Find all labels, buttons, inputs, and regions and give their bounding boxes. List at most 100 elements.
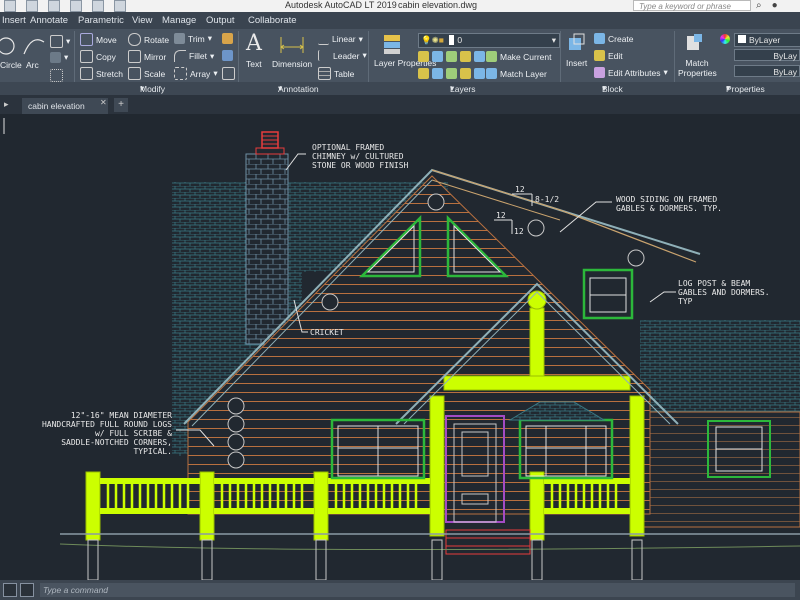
tab-manage[interactable]: Manage [162,15,196,26]
tab-menu-icon[interactable]: ▸ [4,99,9,110]
note-logs-3: w/ FULL SCRIBE & [95,429,172,438]
layer-tools-row-1[interactable] [418,51,485,62]
tab-annotate[interactable]: Annotate [30,15,68,26]
mirror-button[interactable]: Mirror [128,50,166,63]
insert-block-icon[interactable] [566,32,588,56]
hatch-tool[interactable]: ▾ [50,52,68,63]
modify-panel-label[interactable]: Modify ▾ [140,83,165,94]
title-bar: Autodesk AutoCAD LT 2019 cabin elevation… [0,0,800,12]
copy-button[interactable]: Copy [80,50,116,63]
note-siding-1: WOOD SIDING ON FRAMED [616,195,717,204]
layers-panel-label[interactable]: Layers ▾ [450,83,476,94]
pitch-label-run: 12 [515,185,525,194]
erase-tool[interactable] [222,33,233,44]
edit-attributes-button[interactable]: Edit Attributes ▾ [594,67,668,78]
brick-wall-right [640,320,800,412]
dimension-button-label[interactable]: Dimension [272,59,312,69]
command-line-bar: Type a command [0,580,800,600]
table-icon [318,67,331,80]
explode-tool[interactable] [222,50,233,61]
undo-icon[interactable] [92,0,104,12]
new-file-icon[interactable] [4,0,16,12]
fillet-icon [174,50,186,62]
table-button[interactable]: Table [318,67,354,80]
ribbon-panel-labels: Modify ▾ Annotation ▾ Layers ▾ Block ▾ P… [0,82,800,95]
create-block-button[interactable]: Create [594,33,634,44]
edit-block-icon [594,50,605,61]
scale-icon [128,67,141,80]
stretch-button[interactable]: Stretch [80,67,123,80]
color-wheel-icon[interactable] [720,34,730,44]
tab-parametric[interactable]: Parametric [78,15,124,26]
linear-dim-button[interactable]: Linear ▾ [318,33,363,45]
insert-button-label[interactable]: Insert [566,58,587,68]
print-icon[interactable] [70,0,82,12]
block-panel-label[interactable]: Block ▾ [602,83,623,94]
close-command-icon[interactable] [3,583,17,597]
layer-dropdown[interactable]: 💡✺■ ■ 0 ▾ [418,33,560,48]
trim-icon [174,33,185,44]
window-controls: ⌕ ● [756,0,778,11]
scale-button[interactable]: Scale [128,67,165,80]
copy-icon [80,50,93,63]
circle-icon[interactable] [0,37,15,55]
help-search-input[interactable]: Type a keyword or phrase [633,0,751,11]
note-post-beam-3: TYP [678,297,693,306]
match-layer-button[interactable]: Match Layer [486,68,547,79]
polyline-tool[interactable] [50,69,63,82]
text-icon[interactable]: A [246,31,262,56]
color-dropdown[interactable]: ByLayer [734,33,800,47]
open-file-icon[interactable] [26,0,38,12]
note-logs-1: 12"-16" MEAN DIAMETER [71,411,172,420]
fillet-button[interactable]: Fillet ▾ [174,50,214,62]
file-name: cabin elevation.dwg [398,0,478,10]
match-properties-label[interactable]: Match Properties [678,58,717,78]
right-wing-wall [639,411,800,528]
offset-tool[interactable] [222,67,235,80]
command-input[interactable]: Type a command [40,583,795,597]
annotation-panel-label[interactable]: Annotation ▾ [278,83,319,94]
search-icon[interactable]: ⌕ [756,0,762,11]
properties-panel-label[interactable]: Properties ▾ [726,83,765,94]
layer-tools-row-2[interactable] [418,68,485,79]
linetype-dropdown[interactable]: ByLay [734,49,800,61]
note-logs-2: HANDCRAFTED FULL ROUND LOGS [42,420,172,429]
layer-properties-icon[interactable] [380,32,404,56]
command-history-icon[interactable] [20,583,34,597]
quick-access-toolbar [0,0,126,12]
move-button[interactable]: Move [80,33,117,46]
drawing-canvas[interactable]: 12 8-1/2 12 12 OPTIONAL FRAMED CHIMNEY w… [0,114,800,580]
note-chimney-2: CHIMNEY w/ CULTURED [312,152,404,161]
make-current-button[interactable]: Make Current [486,51,552,62]
rotate-icon [128,33,141,46]
lineweight-dropdown[interactable]: ByLay [734,65,800,77]
save-icon[interactable] [48,0,60,12]
document-tab[interactable]: cabin elevation [22,98,108,114]
dimension-icon[interactable] [278,33,306,57]
redo-icon[interactable] [114,0,126,12]
text-button-label[interactable]: Text [246,59,262,69]
file-tab-strip: ▸ cabin elevation ✕ + [0,95,800,114]
pitch-label-run-3: 12 [514,227,524,236]
chimney [245,153,289,345]
leader-button[interactable]: Leader ▾ [318,50,367,61]
edit-block-button[interactable]: Edit [594,50,623,61]
match-properties-icon[interactable] [684,32,706,56]
user-icon[interactable]: ● [772,0,778,11]
close-tab-icon[interactable]: ✕ [100,98,107,107]
match-layer-icon [486,68,497,79]
tab-view[interactable]: View [132,15,152,26]
tab-output[interactable]: Output [206,15,235,26]
array-button[interactable]: Array ▾ [174,67,218,80]
trim-button[interactable]: Trim ▾ [174,33,212,44]
arc-button-label[interactable]: Arc [26,60,39,70]
tab-insert[interactable]: Insert [2,15,26,26]
rect-tool[interactable]: ▾ [50,35,70,48]
rotate-button[interactable]: Rotate [128,33,169,46]
arc-icon[interactable] [23,39,45,55]
new-tab-button[interactable]: + [114,98,128,112]
pitch-label-rise: 8-1/2 [535,195,559,204]
array-icon [174,67,187,80]
circle-button-label[interactable]: Circle [0,60,22,70]
tab-collaborate[interactable]: Collaborate [248,15,297,26]
